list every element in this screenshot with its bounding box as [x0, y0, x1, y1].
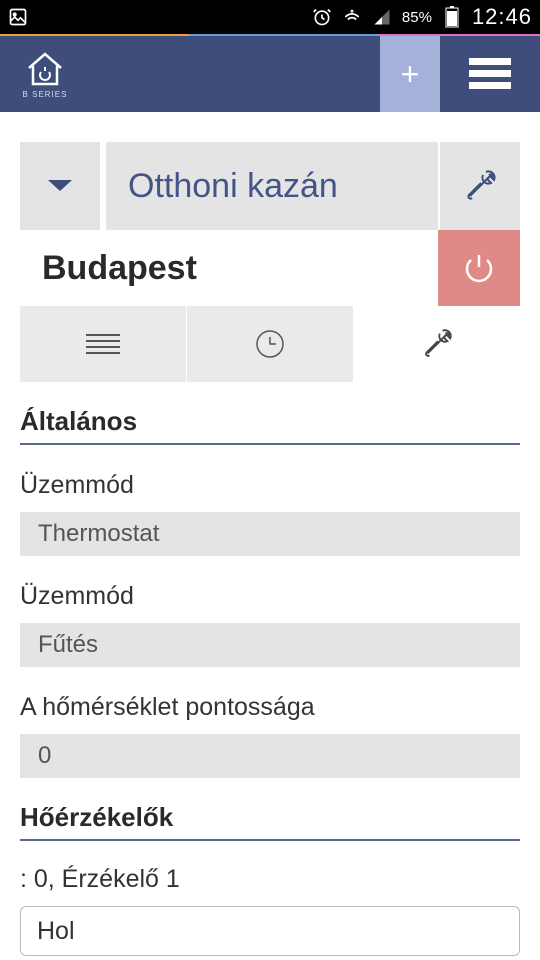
location-name: Budapest	[20, 230, 438, 306]
add-button[interactable]: +	[380, 36, 440, 112]
signal-icon	[372, 7, 392, 27]
device-selector-row: Otthoni kazán	[20, 142, 520, 230]
tools-icon	[462, 168, 498, 204]
clock: 12:46	[472, 4, 532, 30]
section-sensors: Hőérzékelők : 0, Érzékelő 1 Hol	[20, 802, 520, 956]
app-logo[interactable]: B SERIES	[0, 50, 90, 99]
plus-icon: +	[401, 56, 420, 93]
image-notification-icon	[8, 7, 28, 27]
tools-icon	[420, 327, 454, 361]
mode2-label: Üzemmód	[20, 582, 520, 611]
mode2-value[interactable]: Fűtés	[20, 623, 520, 667]
precision-value[interactable]: 0	[20, 734, 520, 778]
mode1-value[interactable]: Thermostat	[20, 512, 520, 556]
alarm-icon	[312, 7, 332, 27]
clock-icon	[255, 329, 285, 359]
list-icon	[86, 333, 120, 355]
power-icon	[460, 249, 498, 287]
app-logo-subtitle: B SERIES	[23, 90, 68, 99]
tab-settings[interactable]	[354, 306, 520, 382]
tab-bar	[20, 306, 520, 382]
power-button[interactable]	[438, 230, 520, 306]
battery-icon	[442, 7, 462, 27]
precision-label: A hőmérséklet pontossága	[20, 693, 520, 722]
battery-percent: 85%	[402, 9, 432, 26]
mode1-label: Üzemmód	[20, 471, 520, 500]
menu-button[interactable]	[440, 36, 540, 112]
location-row: Budapest	[20, 230, 520, 306]
section-title-general: Általános	[20, 406, 520, 445]
android-status-bar: 85% 12:46	[0, 0, 540, 36]
app-header: B SERIES +	[0, 36, 540, 112]
device-settings-button[interactable]	[440, 142, 520, 230]
section-general: Általános Üzemmód Thermostat Üzemmód Fűt…	[20, 406, 520, 778]
chevron-down-icon	[46, 178, 74, 194]
tab-list[interactable]	[20, 306, 187, 382]
device-dropdown-toggle[interactable]	[20, 142, 100, 230]
section-title-sensors: Hőérzékelők	[20, 802, 520, 841]
tab-schedule[interactable]	[187, 306, 354, 382]
sensor-input[interactable]: Hol	[20, 906, 520, 956]
wifi-icon	[342, 7, 362, 27]
sensor-line: : 0, Érzékelő 1	[20, 865, 520, 894]
hamburger-icon	[469, 58, 511, 90]
device-name[interactable]: Otthoni kazán	[106, 142, 438, 230]
